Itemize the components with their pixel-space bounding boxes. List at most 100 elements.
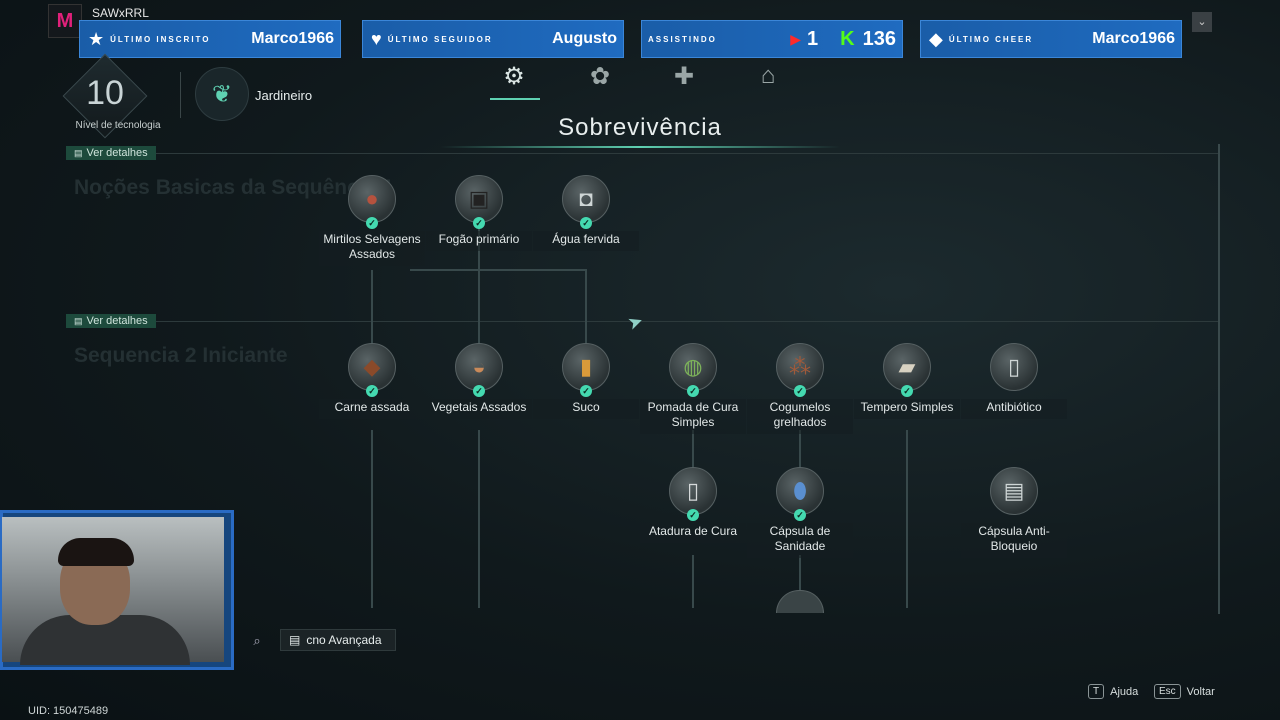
capsule-box-icon: ▤ xyxy=(990,467,1038,515)
back-hint[interactable]: Esc Voltar xyxy=(1154,684,1215,699)
advanced-tech-label: cno Avançada xyxy=(306,633,382,647)
job-name: Jardineiro xyxy=(255,88,313,103)
diamond-icon: ◆ xyxy=(929,28,943,49)
tree-connector xyxy=(478,430,480,608)
stove-icon: ▣ ✓ xyxy=(455,175,503,229)
checkmark-icon: ✓ xyxy=(901,385,913,397)
category-building-icon[interactable]: ⌂ xyxy=(748,62,788,96)
uid-label: UID: 150475489 xyxy=(28,705,109,717)
node-label: Cápsula de Sanidade xyxy=(747,523,853,558)
tech-node[interactable]: ◆ ✓ Carne assada xyxy=(319,343,425,419)
tree-connector xyxy=(799,430,801,470)
seasoning-icon: ▰ ✓ xyxy=(883,343,931,397)
node-label: Pomada de Cura Simples xyxy=(640,399,746,434)
category-farming-icon[interactable]: ✿ xyxy=(580,62,620,96)
checkmark-icon: ✓ xyxy=(687,509,699,521)
tech-node[interactable]: ● ✓ Mirtilos Selvagens Assados xyxy=(319,175,425,266)
view-details-label: Ver detalhes xyxy=(86,147,148,159)
help-key: T xyxy=(1088,684,1105,699)
berries-icon: ● ✓ xyxy=(348,175,396,229)
view-details-button[interactable]: ▤ Ver detalhes xyxy=(66,314,156,328)
tech-node[interactable]: ◒ ✓ Vegetais Assados xyxy=(426,343,532,419)
tree-connector xyxy=(692,430,694,470)
node-label: Mirtilos Selvagens Assados xyxy=(319,231,425,266)
back-label: Voltar xyxy=(1186,685,1215,698)
last-follower-banner: ♥ ÚLTIMO SEGUIDOR Augusto xyxy=(362,20,624,58)
node-label: Antibiótico xyxy=(961,399,1067,419)
tree-connector xyxy=(906,430,908,608)
expand-button[interactable]: ⌄ xyxy=(1192,12,1212,32)
category-crafting-icon[interactable]: ✚ xyxy=(664,62,704,96)
tech-node[interactable]: ▰ ✓ Tempero Simples xyxy=(854,343,960,419)
webcam-person-hair xyxy=(58,538,134,566)
title-underline xyxy=(440,146,840,148)
meat-icon: ◆ ✓ xyxy=(348,343,396,397)
view-details-label: Ver detalhes xyxy=(86,315,148,327)
tech-level-caption: Nível de tecnologia xyxy=(75,120,161,131)
mushroom-skewer-icon: ⁂ ✓ xyxy=(776,343,824,397)
capsule-icon: ⬮ ✓ xyxy=(776,467,824,521)
node-label: Suco xyxy=(533,399,639,419)
node-label: Fogão primário xyxy=(426,231,532,251)
star-icon: ★ xyxy=(88,28,105,49)
banner-value: Augusto xyxy=(552,30,617,47)
tech-node[interactable]: ⁂ ✓ Cogumelos grelhados xyxy=(747,343,853,434)
scrollbar[interactable] xyxy=(1218,144,1220,614)
search-icon[interactable]: ⌕ xyxy=(243,630,271,652)
section-divider xyxy=(66,153,1220,166)
node-label: Cápsula Anti-Bloqueio xyxy=(961,523,1067,558)
tech-node[interactable]: ◍ ✓ Pomada de Cura Simples xyxy=(640,343,746,434)
channel-logo: M xyxy=(48,4,82,38)
tree-connector xyxy=(371,430,373,608)
checkmark-icon: ✓ xyxy=(794,509,806,521)
tech-node[interactable]: ▮ ✓ Suco xyxy=(533,343,639,419)
watching-banner: ASSISTINDO ▶ 1 K 136 xyxy=(641,20,903,58)
tech-node[interactable]: ▣ ✓ Fogão primário xyxy=(426,175,532,251)
checkmark-icon: ✓ xyxy=(794,385,806,397)
last-cheer-banner: ◆ ÚLTIMO CHEER Marco1966 xyxy=(920,20,1182,58)
last-subscriber-banner: ★ ÚLTIMO INSCRITO Marco1966 xyxy=(79,20,341,58)
banner-value: Marco1966 xyxy=(1092,30,1175,47)
advanced-tech-button[interactable]: ▤ cno Avançada xyxy=(280,629,396,651)
tech-node[interactable]: ◘ ✓ Água fervida xyxy=(533,175,639,251)
banner-label: ÚLTIMO CHEER xyxy=(948,34,1034,44)
document-icon: ▤ xyxy=(289,633,301,647)
help-label: Ajuda xyxy=(1110,685,1139,698)
tree-connector xyxy=(799,555,801,590)
kick-viewers: 136 xyxy=(862,27,896,50)
checkmark-icon: ✓ xyxy=(473,385,485,397)
tree-connector xyxy=(410,269,587,271)
sprout-icon: ❦ xyxy=(195,67,249,121)
document-icon: ▤ xyxy=(74,148,83,158)
node-label: Vegetais Assados xyxy=(426,399,532,419)
youtube-viewers: 1 xyxy=(807,27,819,50)
view-details-button[interactable]: ▤ Ver detalhes xyxy=(66,146,156,160)
tech-node[interactable]: ▤ Cápsula Anti-Bloqueio xyxy=(961,467,1067,558)
tree-connector xyxy=(692,555,694,608)
active-category-indicator xyxy=(490,98,540,100)
back-key: Esc xyxy=(1154,684,1181,699)
tech-level-number: 10 xyxy=(86,74,124,112)
kick-icon: K xyxy=(840,27,855,50)
node-label: Atadura de Cura xyxy=(640,523,746,543)
checkmark-icon: ✓ xyxy=(580,217,592,229)
checkmark-icon: ✓ xyxy=(366,217,378,229)
tech-node[interactable]: ▯ Antibiótico xyxy=(961,343,1067,419)
node-label: Carne assada xyxy=(319,399,425,419)
divider xyxy=(180,72,181,118)
checkmark-icon: ✓ xyxy=(687,385,699,397)
banner-value: Marco1966 xyxy=(251,30,334,47)
category-survival-icon[interactable]: ⚙ xyxy=(494,62,534,96)
tech-node[interactable]: ⬮ ✓ Cápsula de Sanidade xyxy=(747,467,853,558)
vegetables-icon: ◒ ✓ xyxy=(455,343,503,397)
help-hint[interactable]: T Ajuda xyxy=(1088,684,1138,699)
banner-label: ÚLTIMO INSCRITO xyxy=(110,34,211,44)
node-label: Tempero Simples xyxy=(854,399,960,419)
tech-node-partial[interactable] xyxy=(776,590,824,613)
section-title: Sequencia 2 Iniciante xyxy=(74,344,288,367)
checkmark-icon: ✓ xyxy=(580,385,592,397)
heart-icon: ♥ xyxy=(371,28,382,49)
mortar-icon: ◍ ✓ xyxy=(669,343,717,397)
document-icon: ▤ xyxy=(74,316,83,326)
tech-node[interactable]: ▯ ✓ Atadura de Cura xyxy=(640,467,746,543)
